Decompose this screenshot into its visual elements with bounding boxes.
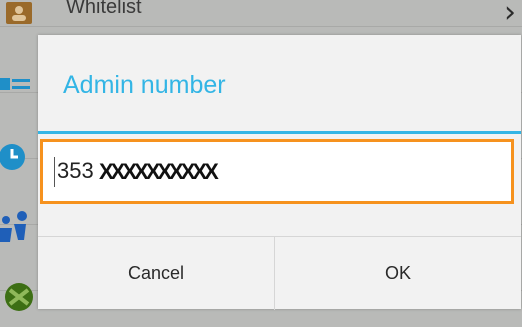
input-value-prefix: 353 [57,158,94,183]
dialog-title: Admin number [63,71,226,99]
input-value-masked: XXXXXXXXXX [99,159,219,184]
ok-button[interactable]: OK [275,237,521,310]
admin-number-input[interactable]: 353 XXXXXXXXXX [40,139,514,204]
title-divider [38,131,521,134]
screen: Whitelist › › [0,0,522,327]
admin-number-dialog: Admin number 353 XXXXXXXXXX Cancel OK [38,35,521,310]
chevron-right-icon: › [504,0,516,30]
android-icon [4,282,34,312]
dialog-button-bar: Cancel OK [38,236,521,310]
text-cursor [54,157,55,187]
list-item: › [0,0,522,30]
cancel-button[interactable]: Cancel [38,237,274,310]
